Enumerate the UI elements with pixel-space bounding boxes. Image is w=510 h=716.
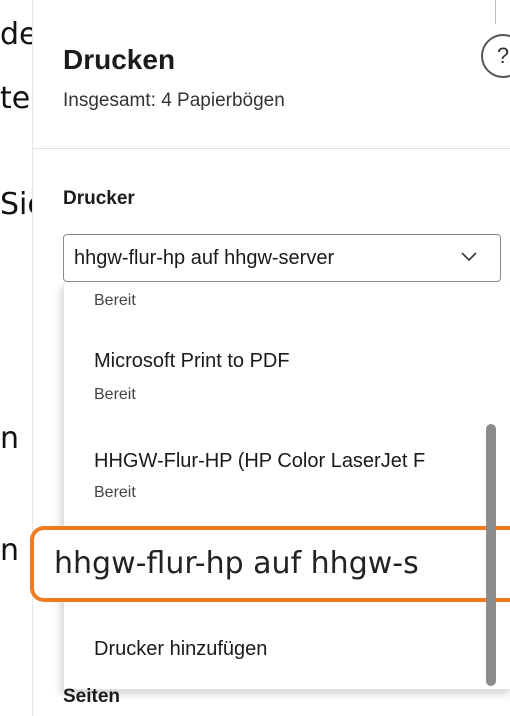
option-status: Bereit — [94, 484, 136, 501]
header-divider — [33, 148, 510, 149]
background-text-fragment: n — [0, 421, 20, 456]
background-text-fragment: n — [0, 533, 20, 568]
printer-select[interactable]: hhgw-flur-hp auf hhgw-server — [63, 234, 501, 282]
option-name: HHGW-Flur-HP (HP Color LaserJet F — [94, 450, 426, 472]
sheet-count: Insgesamt: 4 Papierbögen — [63, 90, 285, 111]
option-name: hhgw-flur-hp auf hhgw-s — [54, 546, 419, 581]
chevron-down-icon — [461, 252, 477, 262]
option-status: Bereit — [94, 386, 136, 403]
print-panel: Drucken Insgesamt: 4 Papierbögen ? Druck… — [32, 0, 510, 716]
printer-select-value: hhgw-flur-hp auf hhgw-server — [74, 247, 335, 269]
printer-label: Drucker — [63, 188, 135, 209]
dropdown-scrollbar[interactable] — [486, 424, 496, 686]
help-button[interactable]: ? — [481, 34, 510, 78]
panel-edge — [495, 0, 496, 24]
option-name: Microsoft Print to PDF — [94, 350, 290, 372]
pages-label: Seiten — [63, 686, 121, 707]
printer-dropdown-list: Bereit Microsoft Print to PDF Bereit HHG… — [63, 284, 510, 690]
add-printer-option[interactable]: Drucker hinzufügen — [94, 638, 267, 661]
option-status: Bereit — [94, 292, 136, 309]
dialog-title: Drucken — [63, 44, 176, 75]
printer-option-hhgw-server-highlight[interactable]: hhgw-flur-hp auf hhgw-s — [30, 526, 510, 602]
